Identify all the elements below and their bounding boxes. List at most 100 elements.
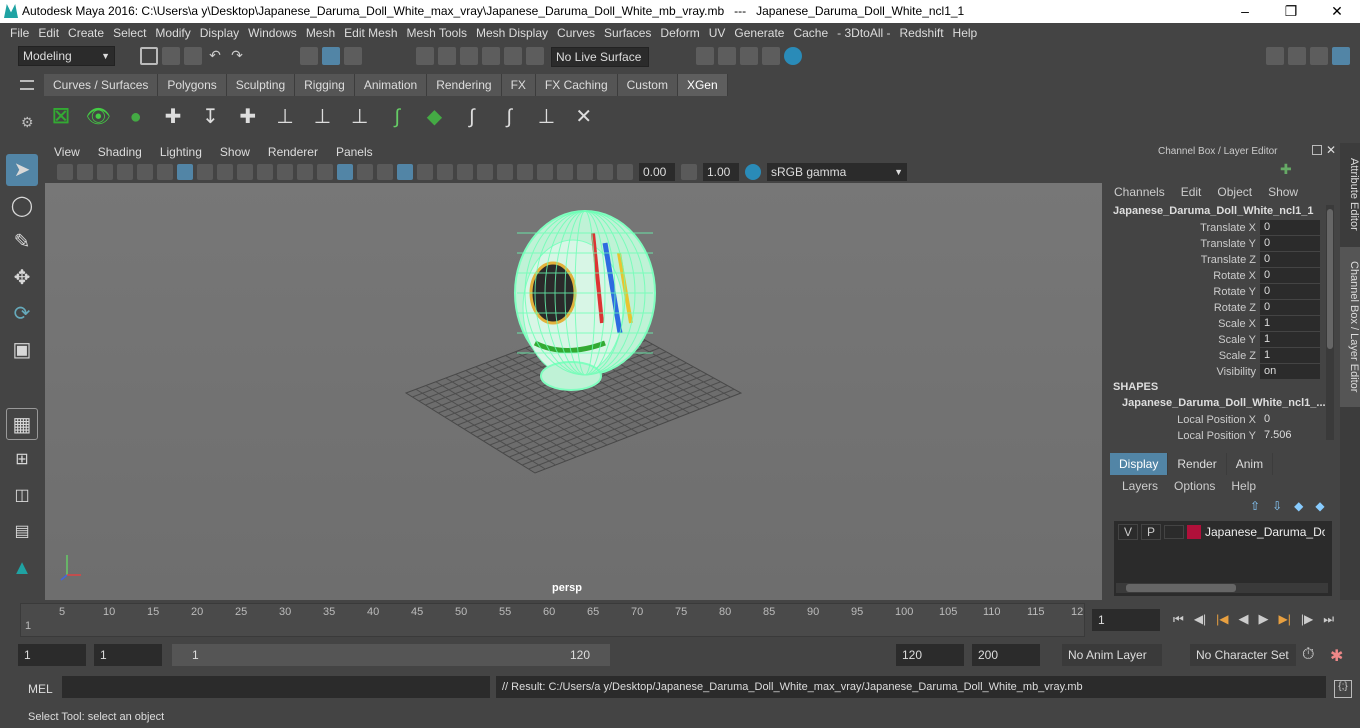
open-scene-icon[interactable] bbox=[162, 47, 180, 65]
play-backwards-icon[interactable]: ◀ bbox=[1239, 611, 1249, 627]
2d-pan-zoom-icon[interactable] bbox=[137, 164, 153, 180]
rotate-tool-icon[interactable]: ⟳ bbox=[6, 298, 38, 330]
channel-row[interactable]: Scale Z 1 bbox=[1104, 348, 1326, 364]
tab-fx[interactable]: FX bbox=[501, 74, 536, 96]
menu-edit[interactable]: Edit bbox=[38, 23, 68, 43]
isolate-select-icon[interactable] bbox=[537, 164, 553, 180]
resolution-gate-icon[interactable] bbox=[217, 164, 233, 180]
menu-mesh[interactable]: Mesh bbox=[306, 23, 344, 43]
panel-menu-panels[interactable]: Panels bbox=[327, 143, 382, 161]
motion-blur-icon[interactable] bbox=[477, 164, 493, 180]
xgen-rebuild-guide-icon[interactable]: ⊥ bbox=[346, 102, 374, 132]
layer-type-toggle[interactable] bbox=[1164, 525, 1184, 539]
new-layer-selected-icon[interactable]: ◆ bbox=[1315, 499, 1324, 513]
layer-hscrollbar[interactable] bbox=[1116, 583, 1328, 593]
save-scene-icon[interactable] bbox=[184, 47, 202, 65]
xgen-convert-icon[interactable]: ∫ bbox=[458, 102, 486, 132]
toggle-attribute-editor-icon[interactable] bbox=[1288, 47, 1306, 65]
menu-deform[interactable]: Deform bbox=[660, 23, 708, 43]
animation-preferences-icon[interactable]: ✱ bbox=[1330, 646, 1343, 666]
layout-two-icon[interactable]: ◫ bbox=[6, 480, 38, 512]
hypershade-icon[interactable] bbox=[784, 47, 802, 65]
xgen-interactive-groom-icon[interactable]: ∫ bbox=[495, 102, 523, 132]
anim-start-field[interactable]: 1 bbox=[94, 644, 162, 666]
layout-four-icon[interactable]: ⊞ bbox=[6, 444, 38, 476]
move-layer-down-icon[interactable]: ⇩ bbox=[1272, 499, 1282, 513]
step-forward-key-icon[interactable]: ▶| bbox=[1279, 612, 1291, 626]
menu-modify[interactable]: Modify bbox=[155, 23, 199, 43]
select-hierarchy-icon[interactable] bbox=[300, 47, 318, 65]
shadows-icon[interactable] bbox=[437, 164, 453, 180]
snap-view-icon[interactable] bbox=[482, 47, 500, 65]
undo-icon[interactable]: ↶ bbox=[206, 47, 224, 65]
panel-menu-lighting[interactable]: Lighting bbox=[151, 143, 211, 161]
snap-surface-icon[interactable] bbox=[504, 47, 522, 65]
xgen-lock-guide-icon[interactable]: ⊥ bbox=[308, 102, 336, 132]
channel-value[interactable]: 1 bbox=[1260, 332, 1320, 347]
panel-menu-shading[interactable]: Shading bbox=[89, 143, 151, 161]
channel-row[interactable]: Local Position Y 7.506 bbox=[1104, 428, 1326, 444]
new-empty-layer-icon[interactable]: ◆ bbox=[1294, 499, 1303, 513]
scale-tool-icon[interactable]: ▣ bbox=[6, 334, 38, 366]
layers-menu[interactable]: Layers bbox=[1122, 479, 1158, 493]
menu-surfaces[interactable]: Surfaces bbox=[604, 23, 660, 43]
camera-attributes-icon[interactable] bbox=[77, 164, 93, 180]
axis-gizmo-icon[interactable]: ✚ bbox=[1280, 161, 1296, 177]
minimize-button[interactable]: – bbox=[1222, 0, 1268, 23]
use-all-lights-icon[interactable] bbox=[417, 164, 433, 180]
smooth-shade-icon[interactable] bbox=[337, 164, 353, 180]
start-time-field[interactable]: 1 bbox=[18, 644, 86, 666]
menu-redshift[interactable]: Redshift bbox=[900, 23, 953, 43]
film-gate-icon[interactable] bbox=[197, 164, 213, 180]
anim-layer-dropdown[interactable]: No Anim Layer bbox=[1062, 644, 1162, 666]
panel-menu-view[interactable]: View bbox=[45, 143, 89, 161]
channel-row[interactable]: Rotate Z 0 bbox=[1104, 300, 1326, 316]
select-tool-icon[interactable]: ➤ bbox=[6, 154, 38, 186]
step-forward-frame-icon[interactable]: |▶ bbox=[1301, 612, 1313, 626]
xgen-groom-icon[interactable]: ∫ bbox=[383, 102, 411, 132]
channel-value[interactable]: 7.506 bbox=[1260, 428, 1320, 443]
channel-value[interactable]: 0 bbox=[1260, 284, 1320, 299]
snap-magnet-icon[interactable] bbox=[526, 47, 544, 65]
menu-uv[interactable]: UV bbox=[709, 23, 735, 43]
layer-color-swatch[interactable] bbox=[1187, 525, 1201, 539]
select-object-icon[interactable] bbox=[322, 47, 340, 65]
color-management-icon[interactable] bbox=[745, 164, 761, 180]
tab-render-layers[interactable]: Render bbox=[1168, 453, 1227, 475]
channel-row[interactable]: Rotate Y 0 bbox=[1104, 284, 1326, 300]
xgen-add-guide-icon[interactable]: ✚ bbox=[159, 102, 187, 132]
close-button[interactable]: ✕ bbox=[1314, 0, 1360, 23]
menu-generate[interactable]: Generate bbox=[734, 23, 793, 43]
panel-menu-show[interactable]: Show bbox=[211, 143, 259, 161]
go-to-end-icon[interactable]: ⏭ bbox=[1323, 612, 1334, 627]
menu-file[interactable]: File bbox=[10, 23, 38, 43]
layout-single-icon[interactable]: ▦ bbox=[6, 408, 38, 440]
step-back-frame-icon[interactable]: ◀| bbox=[1194, 612, 1206, 626]
maya-home-icon[interactable]: ▲ bbox=[6, 552, 38, 584]
menu-cache[interactable]: Cache bbox=[793, 23, 837, 43]
gamma-field[interactable]: 1.00 bbox=[703, 163, 739, 181]
render-current-icon[interactable] bbox=[718, 47, 736, 65]
tab-custom[interactable]: Custom bbox=[617, 74, 678, 96]
xgen-place-guide-icon[interactable]: ↧ bbox=[196, 102, 224, 132]
tab-polygons[interactable]: Polygons bbox=[158, 74, 227, 96]
toggle-channel-box-icon[interactable] bbox=[1332, 47, 1350, 65]
exposure-field[interactable]: 0.00 bbox=[639, 163, 675, 181]
layer-playback-toggle[interactable]: P bbox=[1141, 524, 1161, 540]
camera-icon[interactable] bbox=[57, 164, 73, 180]
image-plane-icon[interactable] bbox=[117, 164, 133, 180]
channel-value[interactable]: on bbox=[1260, 364, 1320, 379]
channel-box-tab[interactable]: Channel Box / Layer Editor bbox=[1340, 247, 1360, 407]
xgen-delete-icon[interactable]: ✕ bbox=[570, 102, 598, 132]
channel-value[interactable]: 1 bbox=[1260, 316, 1320, 331]
paint-select-tool-icon[interactable]: ✎ bbox=[6, 226, 38, 258]
channel-row[interactable]: Local Position X 0 bbox=[1104, 412, 1326, 428]
snap-curve-icon[interactable] bbox=[438, 47, 456, 65]
help-menu[interactable]: Help bbox=[1231, 479, 1256, 493]
xgen-preview-icon[interactable]: 👁 bbox=[84, 102, 112, 132]
show-menu[interactable]: Show bbox=[1268, 185, 1298, 199]
channel-value[interactable]: 0 bbox=[1260, 252, 1320, 267]
xray-icon[interactable] bbox=[397, 164, 413, 180]
shelf-menu-icon[interactable] bbox=[20, 80, 34, 90]
render-settings-icon[interactable] bbox=[762, 47, 780, 65]
